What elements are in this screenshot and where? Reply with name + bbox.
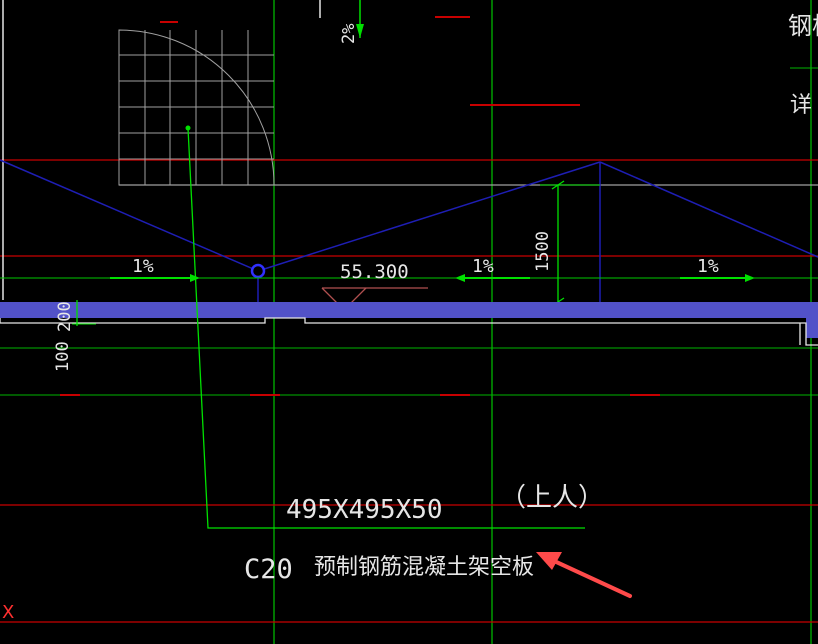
leader-dot [185, 125, 191, 131]
slope-label-3: 1% [697, 256, 719, 277]
slope-label-2: 1% [472, 256, 494, 277]
axis-x-label: X [2, 602, 14, 623]
dim-1500-label: 1500 [533, 231, 553, 272]
panel-size-label: 495X495X50 [286, 495, 443, 525]
cad-drawing-canvas[interactable]: 2% 1% 1% 1% 55.300 1500 200 100 495X495X… [0, 0, 818, 644]
concrete-grade-label: C20 [244, 554, 293, 585]
dim-100-label: 100 [53, 341, 73, 372]
drawing-background [0, 0, 818, 644]
roof-slab [0, 302, 818, 318]
elevation-label: 55.300 [340, 261, 409, 283]
panel-note-label: （上人） [500, 483, 604, 513]
slope-label-1: 1% [132, 256, 154, 277]
dim-200-label: 200 [55, 301, 75, 332]
top-vertical-slope-label: 2% [339, 24, 359, 44]
panel-description-label: 预制钢筋混凝土架空板 [314, 555, 534, 580]
roof-slab-edge [806, 302, 818, 338]
roof-drain-icon [250, 263, 266, 279]
right-top-label: 钢板 [788, 12, 818, 40]
right-detail-label: 详 [790, 93, 812, 118]
